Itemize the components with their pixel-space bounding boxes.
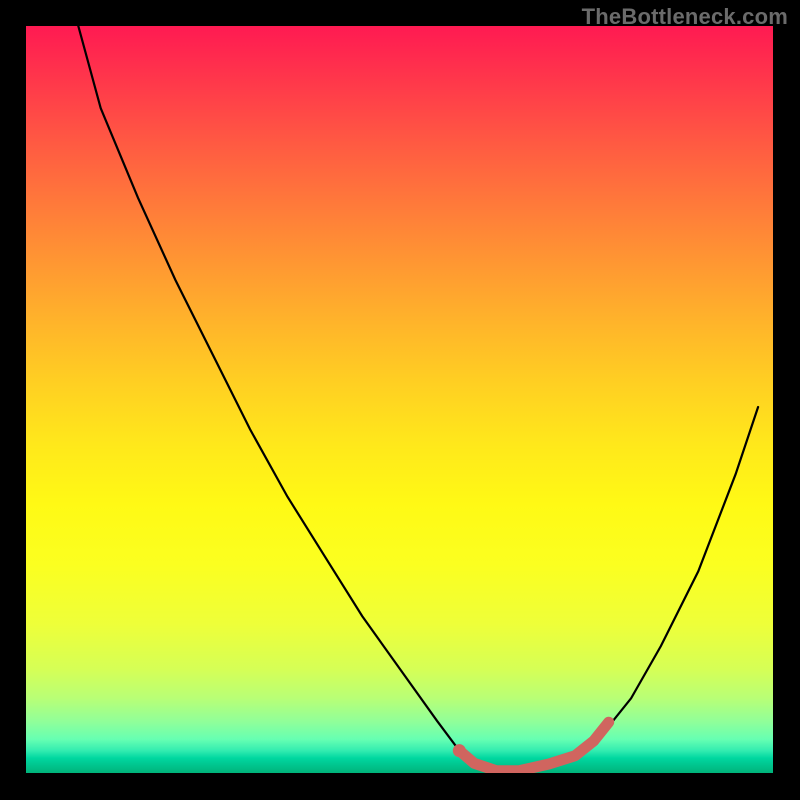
optimal-range-marker xyxy=(459,722,608,771)
line-series xyxy=(78,26,758,773)
plot-area xyxy=(26,26,773,773)
watermark-text: TheBottleneck.com xyxy=(582,4,788,30)
bottleneck-curve xyxy=(26,26,773,773)
chart-container: TheBottleneck.com xyxy=(0,0,800,800)
optimal-range-start-dot xyxy=(453,744,466,757)
